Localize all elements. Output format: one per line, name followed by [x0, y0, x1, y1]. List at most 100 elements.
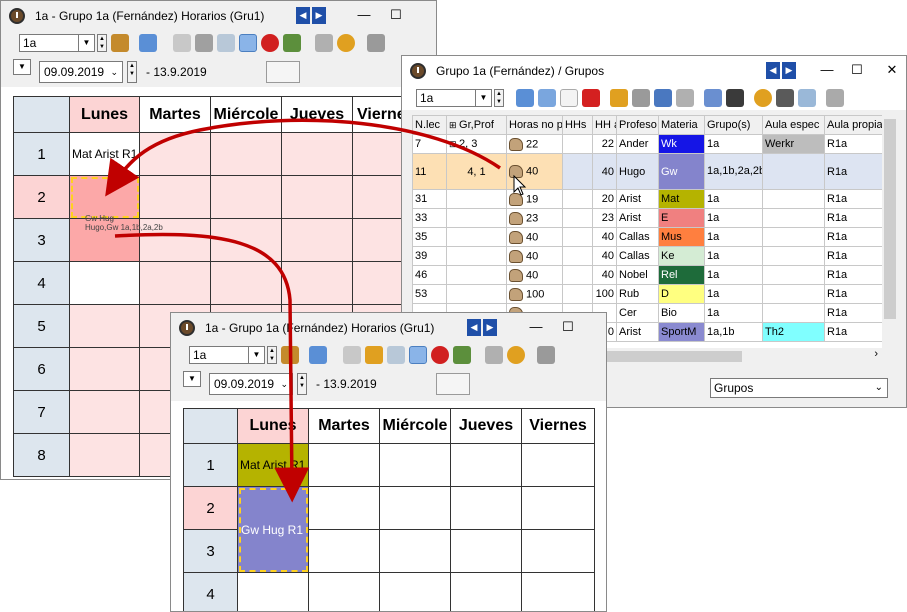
- people-icon[interactable]: [283, 34, 301, 52]
- settings-icon[interactable]: [485, 346, 503, 364]
- column-header[interactable]: N.lec: [413, 116, 447, 135]
- slot[interactable]: [451, 444, 522, 487]
- slot[interactable]: [380, 530, 451, 573]
- table-icon[interactable]: [776, 89, 794, 107]
- next-arrow-icon[interactable]: ▶: [312, 7, 326, 24]
- slot[interactable]: [70, 391, 140, 434]
- lesson-row[interactable]: 464040NobelRel1aR1a: [413, 266, 883, 285]
- slot[interactable]: [211, 262, 282, 305]
- minimize-button[interactable]: —: [349, 4, 379, 26]
- lesson-row[interactable]: 114, 14040HugoGw1a,1b,2a,2bR1a: [413, 154, 883, 190]
- lock-icon[interactable]: [365, 346, 383, 364]
- element-combo[interactable]: 1a▼: [19, 34, 95, 52]
- wand-icon[interactable]: [704, 89, 722, 107]
- unscheduled-hours[interactable]: 100: [507, 285, 563, 304]
- hand-drag-icon[interactable]: [509, 193, 523, 206]
- lesson-row[interactable]: 311920AristMat1aR1a: [413, 190, 883, 209]
- filter-icon[interactable]: [632, 89, 650, 107]
- sort-icon[interactable]: [610, 89, 628, 107]
- slot[interactable]: [309, 573, 380, 612]
- drop-target-cell[interactable]: [70, 176, 140, 219]
- slot[interactable]: [140, 262, 211, 305]
- people-icon[interactable]: [453, 346, 471, 364]
- column-header[interactable]: HHs: [563, 116, 593, 135]
- slot[interactable]: [309, 444, 380, 487]
- slot[interactable]: [211, 176, 282, 219]
- lesson-gw[interactable]: Gw Hug R1: [238, 487, 309, 573]
- hand-drag-icon[interactable]: [509, 250, 523, 263]
- export-icon[interactable]: [343, 346, 361, 364]
- unscheduled-hours[interactable]: 40: [507, 247, 563, 266]
- slot[interactable]: [522, 530, 595, 573]
- hand-drag-icon[interactable]: [509, 269, 523, 282]
- brush-icon[interactable]: [239, 34, 257, 52]
- teachers-icon[interactable]: [111, 34, 129, 52]
- calendar-icon[interactable]: [266, 61, 300, 83]
- slot[interactable]: [70, 262, 140, 305]
- date-picker[interactable]: 09.09.2019⌄: [39, 61, 123, 83]
- column-header[interactable]: Horas no p: [507, 116, 563, 135]
- slot[interactable]: [451, 530, 522, 573]
- view-combo[interactable]: Grupos⌄: [710, 378, 888, 398]
- layout-icon[interactable]: [367, 34, 385, 52]
- brush-icon[interactable]: [409, 346, 427, 364]
- new-icon[interactable]: [560, 89, 578, 107]
- unscheduled-hours[interactable]: 40: [507, 154, 563, 190]
- expand-icon[interactable]: ⊞: [449, 139, 459, 149]
- lesson-row[interactable]: 53100100RubD1aR1a: [413, 285, 883, 304]
- unscheduled-hours[interactable]: 19: [507, 190, 563, 209]
- unscheduled-hours[interactable]: 40: [507, 228, 563, 247]
- maximize-button[interactable]: ☐: [842, 59, 872, 81]
- column-header[interactable]: ⊞ Gr,Prof: [447, 116, 507, 135]
- list-icon[interactable]: [538, 89, 556, 107]
- column-header[interactable]: Materia: [659, 116, 705, 135]
- graduation-icon[interactable]: [726, 89, 744, 107]
- layout-icon[interactable]: [537, 346, 555, 364]
- unscheduled-hours[interactable]: 40: [507, 266, 563, 285]
- prev-arrow-icon[interactable]: ◀: [467, 319, 481, 336]
- lesson-cell[interactable]: Mat Arist R1: [70, 133, 140, 176]
- date-spin[interactable]: ▲▼: [127, 61, 137, 83]
- slot[interactable]: [380, 444, 451, 487]
- column-header[interactable]: HH a: [593, 116, 617, 135]
- unscheduled-hours[interactable]: 22: [507, 135, 563, 154]
- minimize-button[interactable]: —: [521, 316, 551, 338]
- next-arrow-icon[interactable]: ▶: [782, 62, 796, 79]
- slot[interactable]: [70, 348, 140, 391]
- hand-drag-icon[interactable]: [509, 138, 523, 151]
- lesson-row[interactable]: 394040CallasKe1aR1a: [413, 247, 883, 266]
- print-icon[interactable]: [826, 89, 844, 107]
- slot[interactable]: [380, 573, 451, 612]
- prev-arrow-icon[interactable]: ◀: [296, 7, 310, 24]
- date-picker[interactable]: 09.09.2019⌄: [209, 373, 293, 395]
- unscheduled-hours[interactable]: 23: [507, 209, 563, 228]
- slot[interactable]: [282, 219, 353, 262]
- spin-button[interactable]: ▲▼: [97, 34, 107, 52]
- close-button[interactable]: ✕: [877, 59, 907, 81]
- slot[interactable]: [282, 133, 353, 176]
- lesson-mat[interactable]: Mat Arist R1: [238, 444, 309, 487]
- vertical-scrollbar[interactable]: [882, 115, 899, 365]
- undo-icon[interactable]: [217, 34, 235, 52]
- column-header[interactable]: Aula propia: [825, 116, 883, 135]
- pin-icon[interactable]: [431, 346, 449, 364]
- column-header[interactable]: Aula espec: [763, 116, 825, 135]
- slot[interactable]: [522, 487, 595, 530]
- grid-icon[interactable]: [309, 346, 327, 364]
- slot[interactable]: [70, 305, 140, 348]
- element-combo[interactable]: 1a▼: [189, 346, 265, 364]
- lesson-row[interactable]: 332323AristE1aR1a: [413, 209, 883, 228]
- scroll-thumb[interactable]: [884, 119, 896, 319]
- settings-icon[interactable]: [315, 34, 333, 52]
- lock-icon[interactable]: [195, 34, 213, 52]
- element-combo[interactable]: 1a▼: [416, 89, 492, 107]
- slot[interactable]: [522, 573, 595, 612]
- layout-icon[interactable]: [798, 89, 816, 107]
- dropdown-toggle[interactable]: ▼: [183, 371, 201, 387]
- next-arrow-icon[interactable]: ▶: [483, 319, 497, 336]
- undo-icon[interactable]: [387, 346, 405, 364]
- clock-icon[interactable]: [754, 89, 772, 107]
- slot[interactable]: [140, 133, 211, 176]
- grid-icon[interactable]: [516, 89, 534, 107]
- hand-drag-icon[interactable]: [509, 231, 523, 244]
